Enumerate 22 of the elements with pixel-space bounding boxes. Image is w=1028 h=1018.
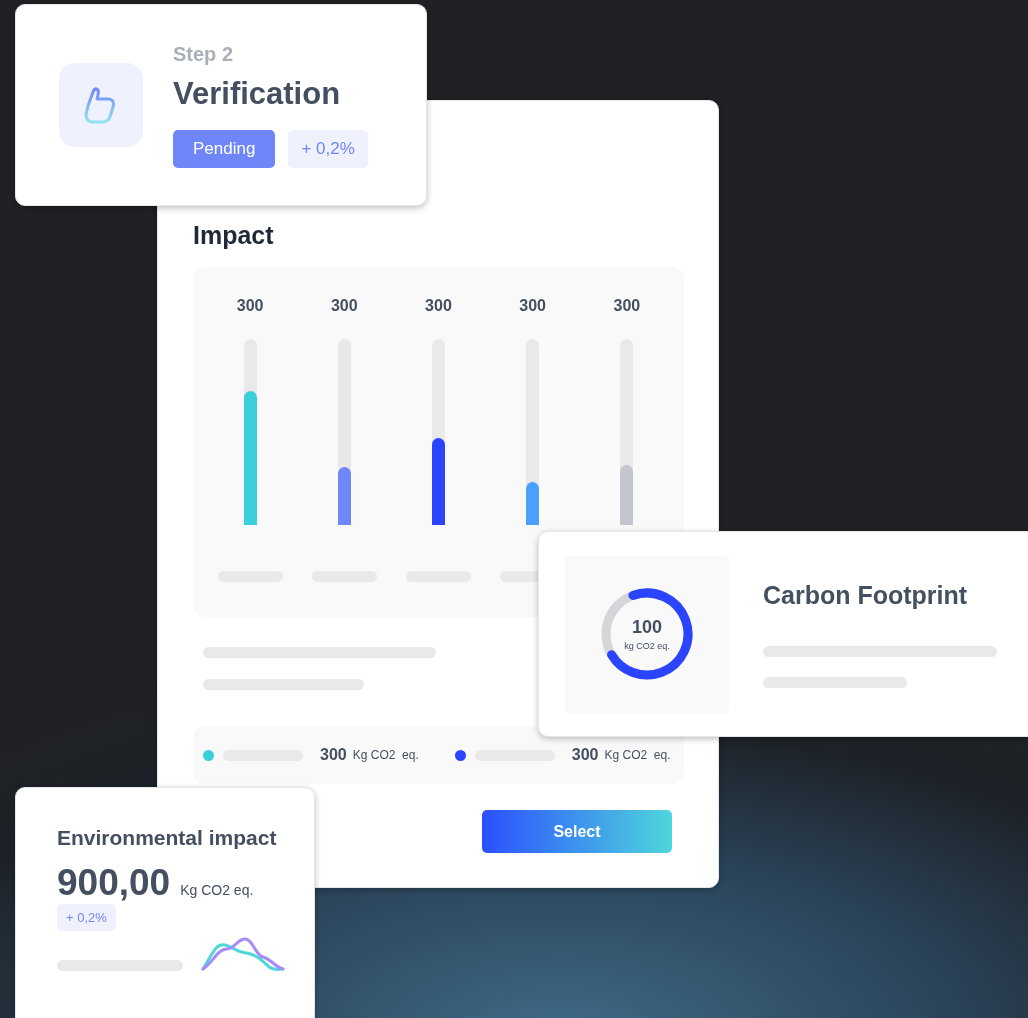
impact-value: 900,00 <box>57 862 171 904</box>
card-title: Carbon Footprint <box>763 580 969 610</box>
bar-value: 300 <box>330 297 358 315</box>
impact-unit: Kg CO2 eq. <box>180 882 254 898</box>
card-title: Verification <box>173 75 342 112</box>
gauge-value: 100 <box>631 617 662 638</box>
select-button[interactable]: Select <box>482 810 672 853</box>
legend-unit: Kg CO2 eq. <box>604 748 671 762</box>
card-title: Impact <box>193 221 275 250</box>
bar-value: 300 <box>236 297 264 315</box>
bar-value: 300 <box>425 297 452 315</box>
legend-unit: Kg CO2 eq. <box>352 748 419 762</box>
status-button[interactable]: Pending <box>173 129 276 168</box>
change-badge: + 0,2% <box>288 129 368 168</box>
card-title: Environmental impact <box>57 826 278 850</box>
legend-value: 300 <box>320 746 347 764</box>
change-badge: + 0,2% <box>57 904 116 931</box>
legend-value: 300 <box>571 746 599 764</box>
gauge-unit: kg CO2 eq. <box>624 641 670 651</box>
step-label: Step 2 <box>173 42 235 66</box>
bar-value: 300 <box>613 297 641 315</box>
bar-value: 300 <box>519 297 546 315</box>
